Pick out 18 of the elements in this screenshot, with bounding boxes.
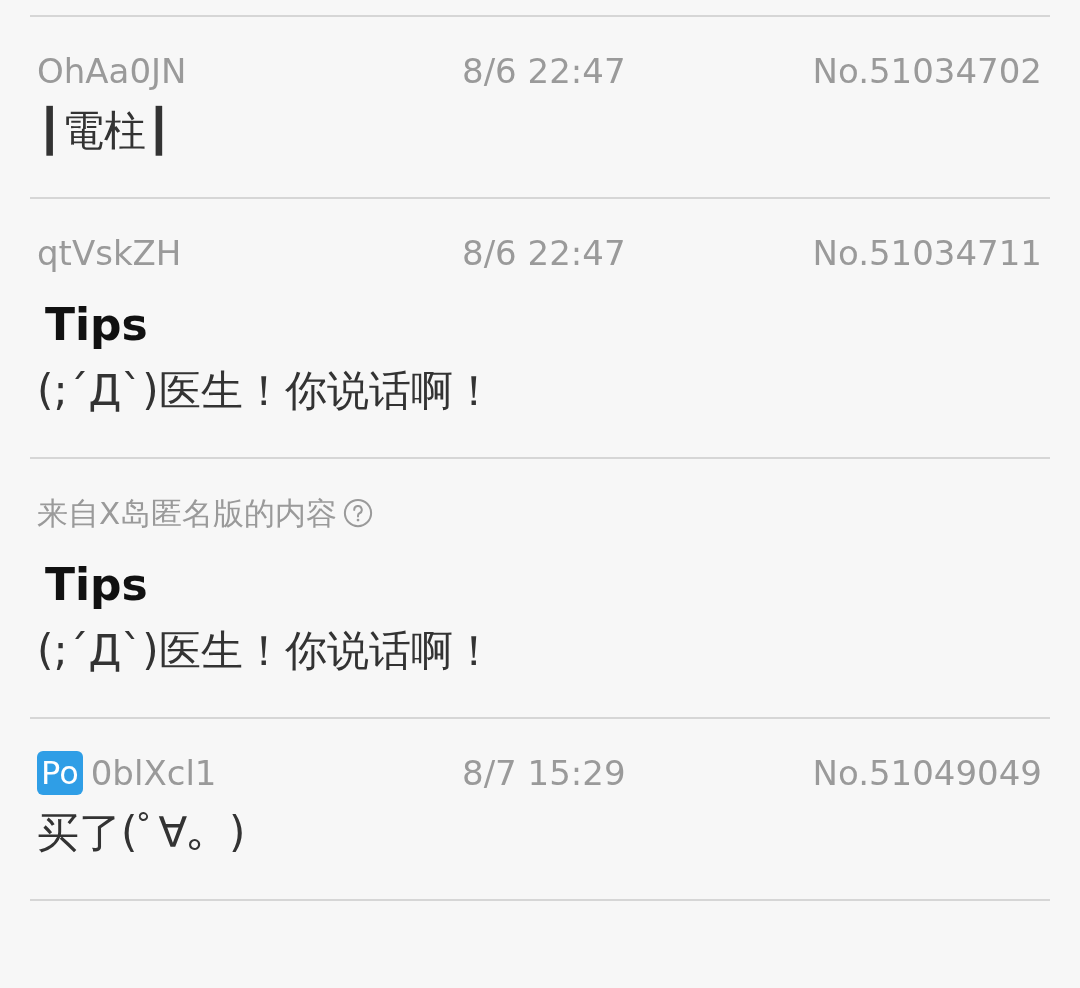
help-icon[interactable] bbox=[343, 498, 374, 528]
author-id: 0blXcl1 bbox=[90, 751, 217, 795]
post-number: No.51049049 bbox=[812, 751, 1042, 795]
post-content: (;´Д`)医生！你说话啊！ bbox=[37, 625, 496, 677]
po-badge: Po bbox=[37, 751, 83, 795]
post-content: (;´Д`)医生！你说话啊！ bbox=[37, 365, 496, 417]
post-date: 8/7 15:29 bbox=[462, 752, 626, 793]
post-content: 买了(ﾟ∀。) bbox=[37, 807, 247, 859]
source-notice: 来自X岛匿名版的内容 bbox=[37, 493, 338, 533]
author-id: qtVskZH bbox=[37, 231, 182, 275]
post-number: No.51034711 bbox=[812, 231, 1042, 275]
post-number: No.51034702 bbox=[812, 49, 1042, 93]
post-date: 8/6 22:47 bbox=[462, 232, 626, 273]
post-date: 8/6 22:47 bbox=[462, 50, 626, 91]
post-content: ┃電柱┃ bbox=[37, 104, 173, 158]
author-id: OhAa0JN bbox=[37, 49, 187, 93]
tips-title: Tips bbox=[44, 558, 149, 612]
tips-title: Tips bbox=[44, 298, 149, 352]
